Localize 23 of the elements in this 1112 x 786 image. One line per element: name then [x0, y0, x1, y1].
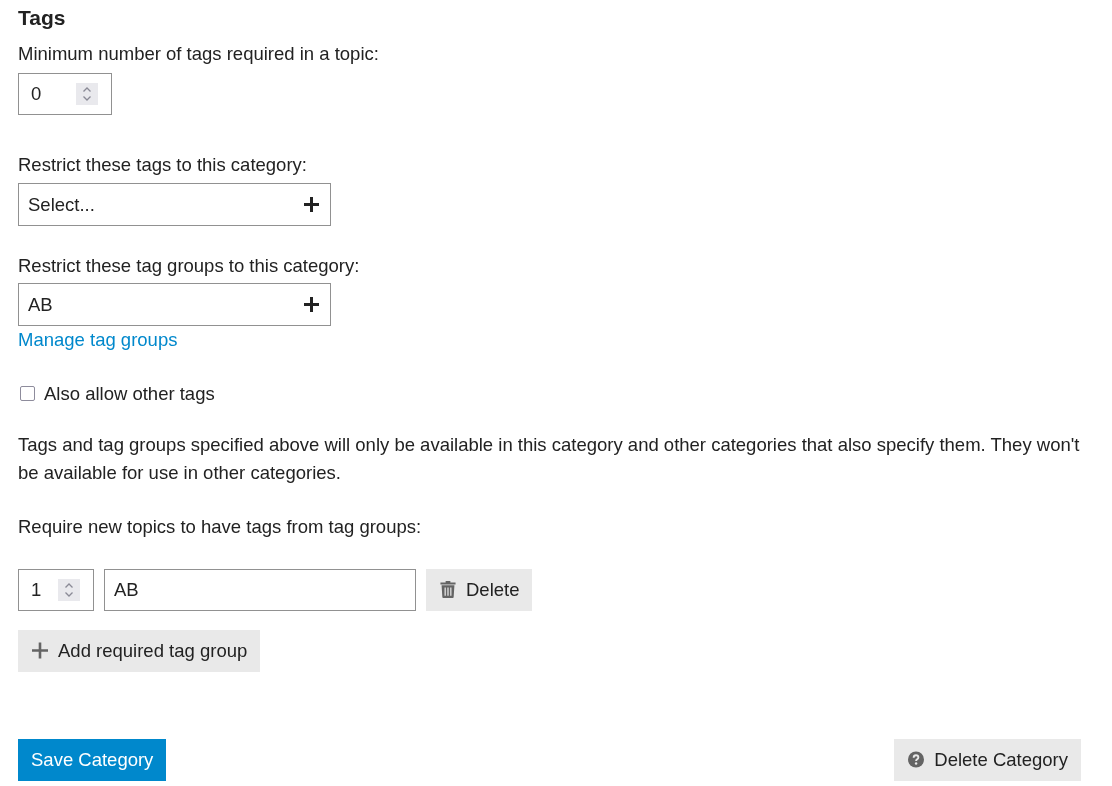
section-title: Tags [18, 5, 67, 31]
plus-icon[interactable] [304, 297, 319, 312]
plus-icon [32, 642, 48, 660]
field-label: Restrict these tags to this category: [18, 153, 308, 177]
tag-select-field[interactable]: Select... [18, 183, 331, 226]
checkbox[interactable] [20, 386, 35, 402]
checkbox-label: Also allow other tags [44, 381, 215, 406]
field-label: Restrict these tag groups to this category: [18, 254, 361, 278]
field-label: Require new topics to have tags from tag groups: [18, 514, 423, 539]
help-icon [908, 751, 925, 769]
delete-button[interactable]: Delete [426, 568, 533, 611]
tag-group-field[interactable]: AB [104, 568, 416, 611]
delete-category-button[interactable]: Delete Category [894, 738, 1081, 781]
tag-select-field[interactable]: AB [18, 283, 331, 326]
trash-icon [440, 581, 456, 599]
save-button[interactable]: Save Category [18, 738, 167, 781]
plus-icon[interactable] [304, 197, 319, 212]
manage-tag-groups-link[interactable]: Manage tag groups [18, 328, 178, 352]
add-required-tag-group-button[interactable]: Add required tag group [18, 629, 261, 672]
spinner-icon[interactable] [58, 578, 80, 601]
field-label: Minimum number of tags required in a topic: [18, 42, 380, 66]
description-text: Tags and tag groups specified above will only be available in this category and other categories that also specify them. They won't be available for use in other categories. [18, 432, 1081, 485]
spinner-icon[interactable] [76, 83, 98, 105]
